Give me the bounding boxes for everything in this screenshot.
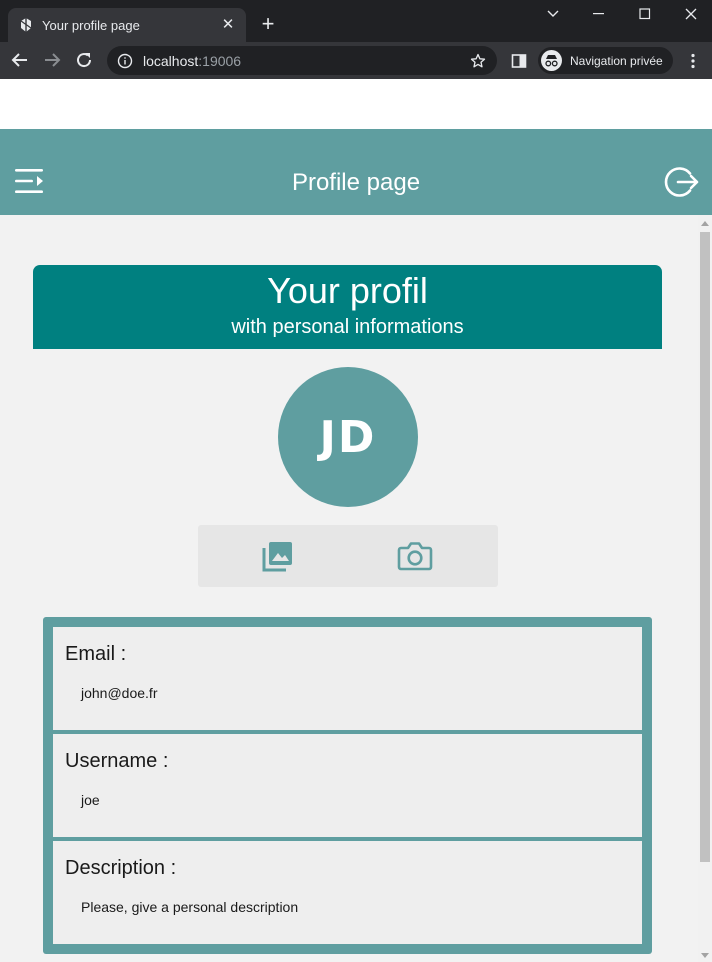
browser-tabstrip: Your profile page ✕ + — [0, 0, 712, 42]
browser-tab[interactable]: Your profile page ✕ — [8, 8, 246, 42]
app-header: Profile page — [0, 129, 712, 215]
profile-card-header: Your profil with personal informations — [33, 265, 662, 349]
bookmark-star-icon[interactable] — [469, 52, 487, 70]
minimize-icon[interactable] — [587, 4, 611, 24]
image-gallery-icon[interactable] — [260, 538, 296, 574]
browser-toolbar: localhost:19006 Navigation privée — [0, 42, 712, 79]
card-title: Your profil — [267, 270, 428, 311]
reload-icon[interactable] — [72, 48, 96, 72]
email-label: Email : — [65, 643, 127, 665]
tab-title: Your profile page — [42, 17, 140, 33]
web-page: Profile page Your profil with personal i… — [0, 79, 712, 962]
scroll-down-arrow-icon[interactable] — [701, 953, 709, 958]
new-tab-button[interactable]: + — [256, 12, 280, 36]
tab-close-icon[interactable]: ✕ — [220, 17, 236, 33]
incognito-icon — [541, 50, 562, 71]
logout-icon[interactable] — [664, 164, 700, 200]
app-favicon-icon — [18, 17, 34, 33]
description-field[interactable]: Description : Please, give a personal de… — [53, 841, 642, 944]
side-panel-icon[interactable] — [508, 50, 530, 72]
scrollbar-thumb[interactable] — [700, 232, 710, 862]
email-value: john@doe.fr — [81, 685, 158, 701]
url-port: :19006 — [198, 52, 242, 69]
close-window-icon[interactable] — [679, 4, 703, 24]
username-field[interactable]: Username : joe — [53, 734, 642, 837]
incognito-label: Navigation privée — [570, 53, 663, 68]
description-label: Description : — [65, 857, 177, 879]
forward-arrow-icon[interactable] — [40, 48, 64, 72]
email-field[interactable]: Email : john@doe.fr — [53, 627, 642, 730]
page-scrollbar[interactable] — [698, 215, 712, 962]
url-host: localhost — [143, 52, 199, 69]
page-title: Profile page — [291, 169, 421, 196]
scroll-up-arrow-icon[interactable] — [701, 221, 709, 226]
avatar-initials: JD — [319, 411, 377, 463]
profile-content: Your profil with personal informations J… — [0, 215, 698, 962]
tab-search-icon[interactable] — [541, 4, 565, 24]
avatar[interactable]: JD — [278, 367, 418, 507]
maximize-icon[interactable] — [633, 4, 657, 24]
username-value: joe — [81, 792, 100, 808]
url-text: localhost:19006 — [143, 53, 469, 69]
site-info-icon[interactable] — [117, 53, 133, 69]
camera-icon[interactable] — [397, 538, 433, 574]
description-value: Please, give a personal description — [81, 899, 299, 915]
incognito-indicator[interactable]: Navigation privée — [538, 47, 673, 74]
back-arrow-icon[interactable] — [8, 48, 32, 72]
username-label: Username : — [65, 750, 169, 772]
address-bar[interactable]: localhost:19006 — [107, 46, 497, 75]
photo-actions-bar — [198, 525, 498, 587]
personal-info-panel: Email : john@doe.fr Username : joe Descr… — [43, 617, 652, 954]
card-subtitle: with personal informations — [231, 316, 464, 338]
browser-menu-icon[interactable] — [684, 50, 702, 72]
